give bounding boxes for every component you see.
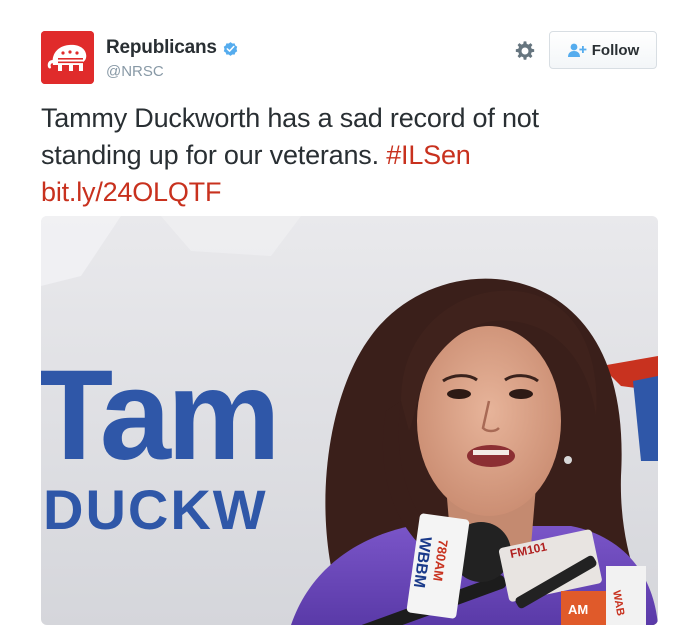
banner-word-small: DUCKW xyxy=(43,478,268,541)
tweet-photo[interactable]: Tam DUCKW WBBM 780AM FM101 AM WAB xyxy=(41,216,658,625)
tweet-text-line-1: Tammy Duckworth has a sad record of not xyxy=(41,103,539,133)
add-user-icon xyxy=(567,43,587,57)
tweet-text-line-2-prefix: standing up for our veterans. xyxy=(41,140,387,170)
tweet-text-line-2: standing up for our veterans. #ILSen xyxy=(41,137,661,174)
follow-label: Follow xyxy=(591,41,640,59)
display-name-row[interactable]: Republicans xyxy=(106,37,239,59)
short-url-link[interactable]: bit.ly/24OLQTF xyxy=(41,177,221,207)
photo-image: Tam DUCKW WBBM 780AM FM101 AM WAB xyxy=(41,216,658,625)
tweet-card: Republicans @NRSC Follow Tammy Duckworth… xyxy=(0,0,700,632)
gear-icon[interactable] xyxy=(514,40,536,62)
tweet-text-line-3: bit.ly/24OLQTF xyxy=(41,174,661,211)
elephant-logo-icon xyxy=(41,31,94,84)
mic-label-am: AM xyxy=(568,602,588,617)
tweet-text: Tammy Duckworth has a sad record of not … xyxy=(41,100,661,211)
display-name[interactable]: Republicans xyxy=(106,37,217,59)
hashtag-link[interactable]: #ILSen xyxy=(386,140,471,170)
verified-badge-icon xyxy=(223,41,238,56)
banner-word-large: Tam xyxy=(41,344,277,487)
handle[interactable]: @NRSC xyxy=(106,63,164,80)
follow-button[interactable]: Follow xyxy=(549,31,657,69)
avatar[interactable] xyxy=(41,31,94,84)
